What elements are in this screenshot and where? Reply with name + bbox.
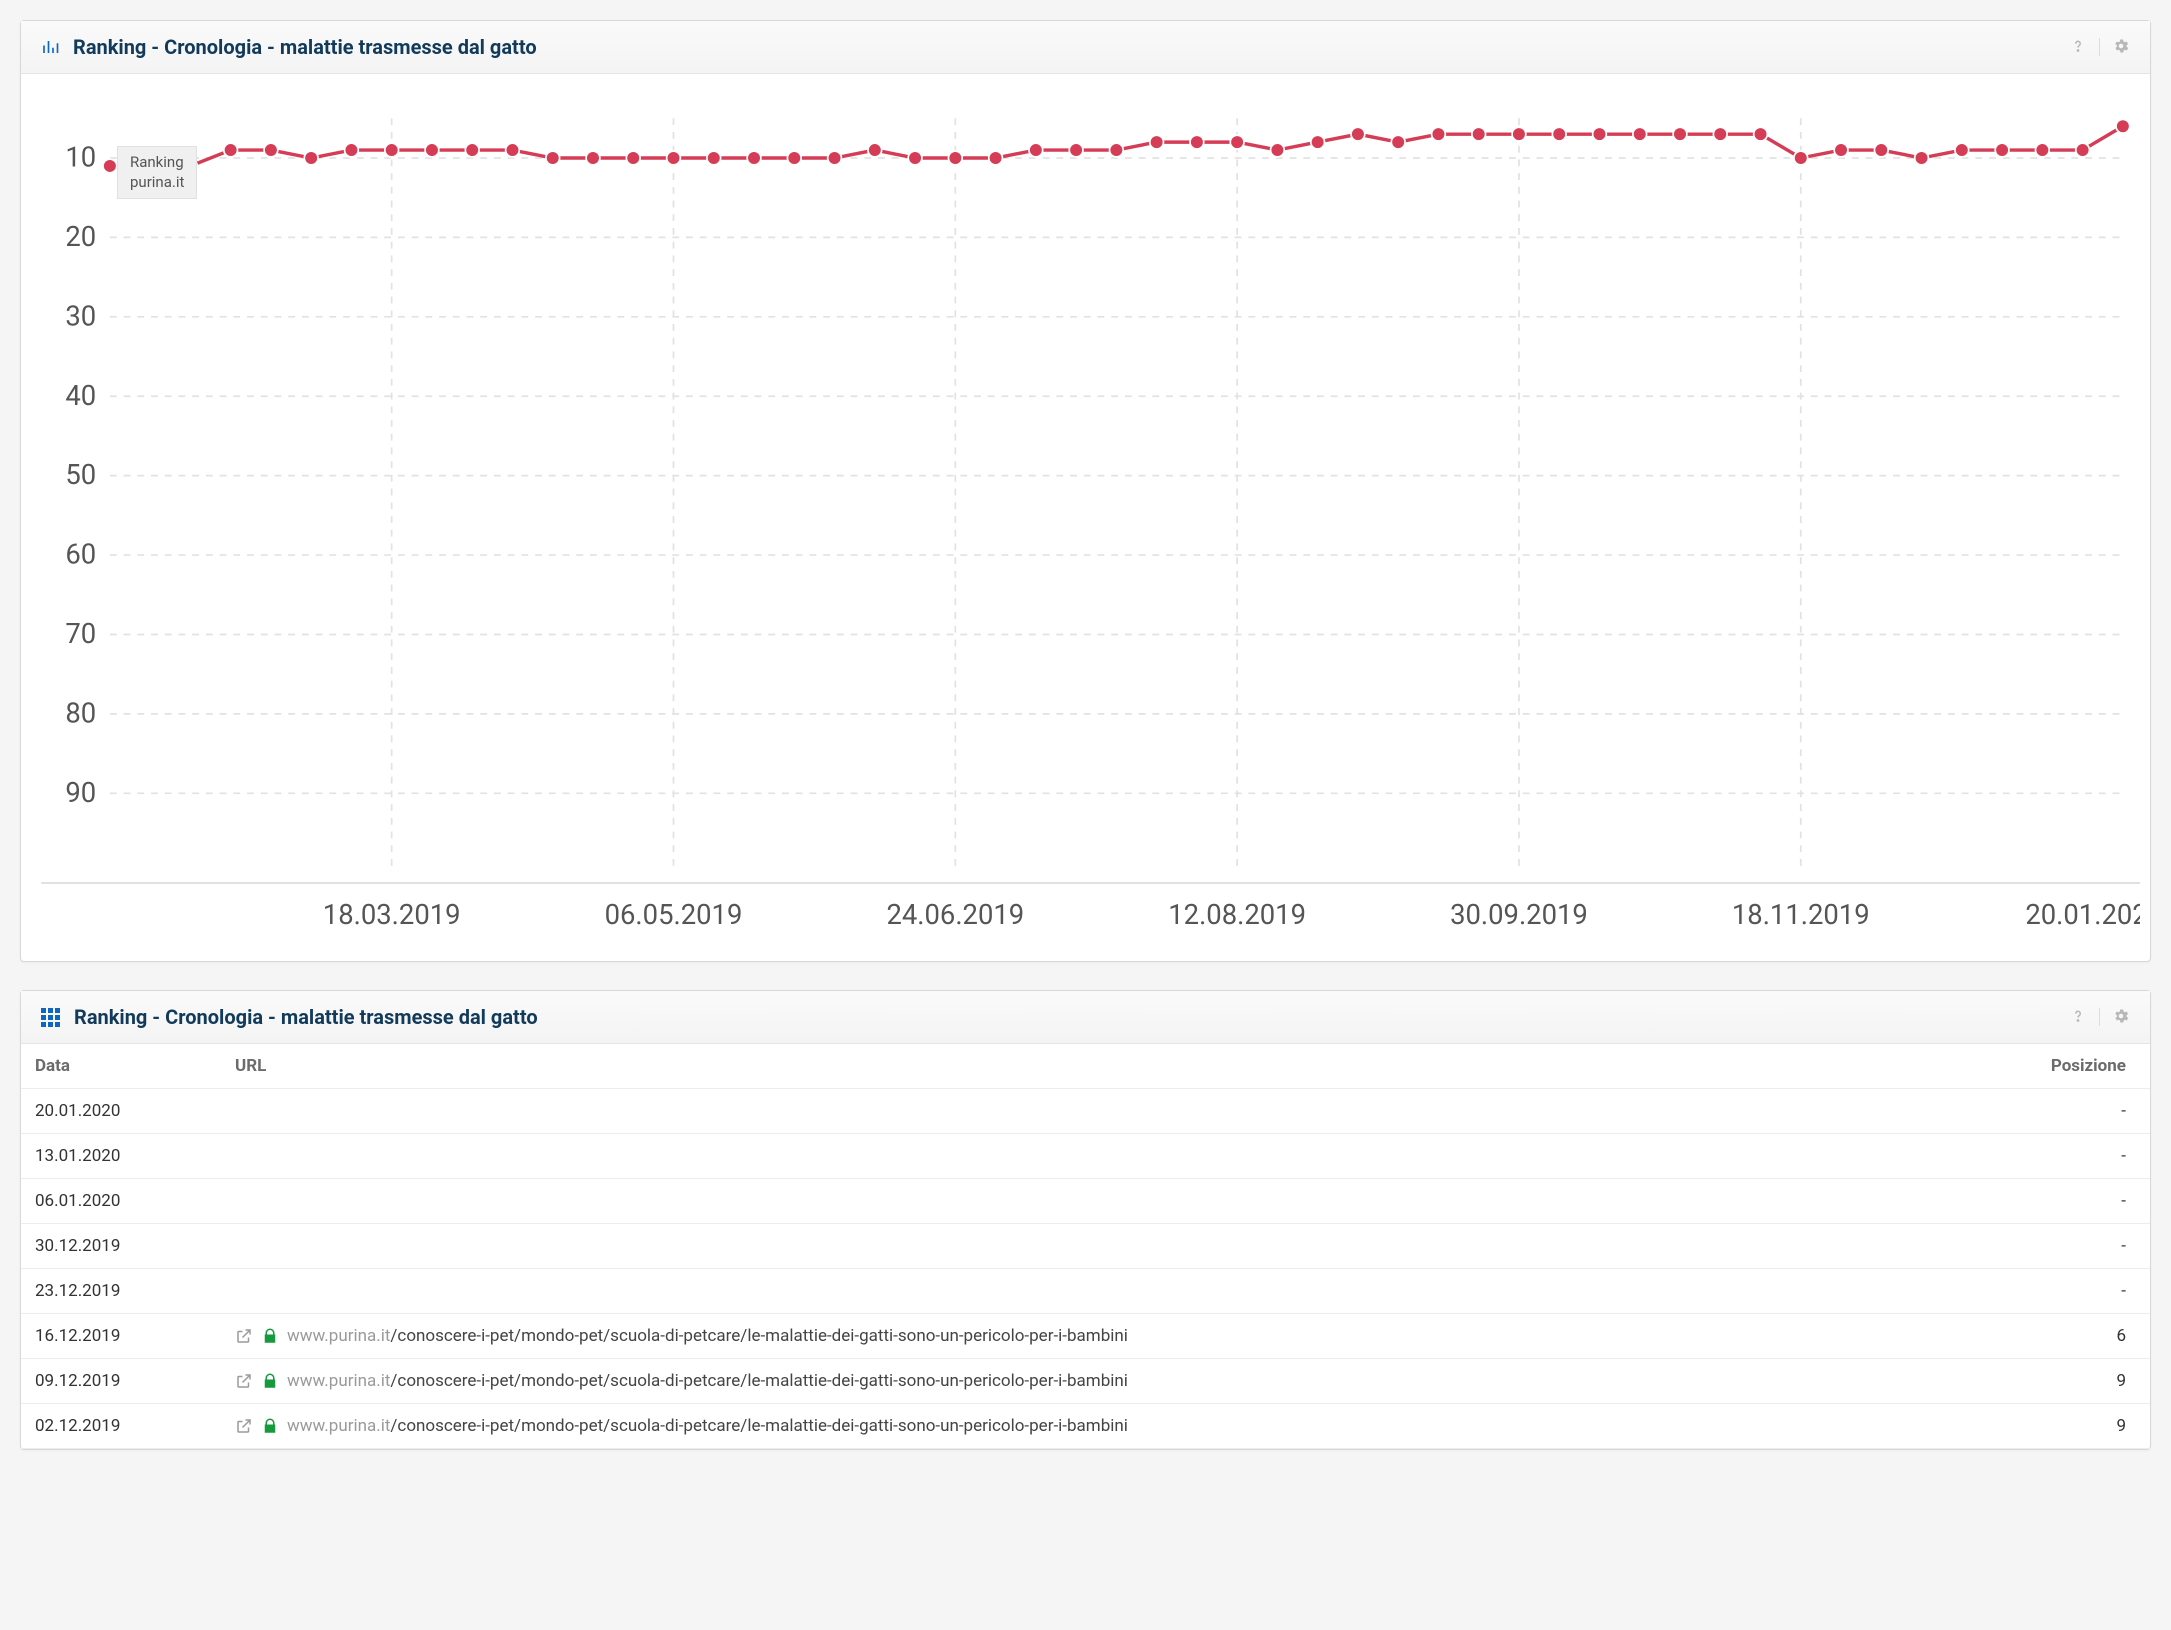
svg-text:20.01.2020: 20.01.2020 [2025,899,2140,931]
cell-date: 16.12.2019 [21,1314,221,1359]
external-link-icon[interactable] [235,1372,253,1390]
chart-title: Ranking - Cronologia - malattie trasmess… [73,35,2069,59]
cell-url [221,1224,1939,1269]
table-header-row: Data URL Posizione [21,1044,2150,1089]
cell-position: - [1939,1269,2150,1314]
svg-text:70: 70 [65,618,96,650]
chart-body: 10 20 30 40 50 60 70 80 90 18.03.2019 06.05.2019 24… [21,74,2150,961]
cell-url: www.purina.it/conoscere-i-pet/mondo-pet/… [221,1359,1939,1404]
external-link-icon[interactable] [235,1327,253,1345]
table-row[interactable]: 02.12.2019 www.purina.it/conoscere-i-pet/… [21,1404,2150,1449]
url-link[interactable]: www.purina.it/conoscere-i-pet/mondo-pet/… [287,1371,1128,1391]
cell-date: 06.01.2020 [21,1179,221,1224]
cell-date: 30.12.2019 [21,1224,221,1269]
table-panel-header: Ranking - Cronologia - malattie trasmess… [21,991,2150,1044]
gear-icon[interactable] [2112,1007,2130,1028]
divider [2099,38,2100,56]
svg-text:90: 90 [65,777,96,809]
cell-url [221,1269,1939,1314]
table-row[interactable]: 23.12.2019 - [21,1269,2150,1314]
cell-url [221,1134,1939,1179]
url-link[interactable]: www.purina.it/conoscere-i-pet/mondo-pet/… [287,1326,1128,1346]
svg-text:60: 60 [65,539,96,571]
cell-position: - [1939,1089,2150,1134]
svg-text:80: 80 [65,697,96,729]
table-row[interactable]: 20.01.2020 - [21,1089,2150,1134]
table-row[interactable]: 30.12.2019 - [21,1224,2150,1269]
svg-text:06.05.2019: 06.05.2019 [605,899,743,931]
svg-text:30: 30 [65,300,96,332]
cell-date: 02.12.2019 [21,1404,221,1449]
cell-position: 6 [1939,1314,2150,1359]
cell-position: - [1939,1134,2150,1179]
lock-icon [261,1372,279,1390]
cell-date: 20.01.2020 [21,1089,221,1134]
help-icon[interactable] [2069,1007,2087,1028]
table-panel: Ranking - Cronologia - malattie trasmess… [20,990,2151,1450]
ranking-table: Data URL Posizione 20.01.2020-13.01.2020… [21,1044,2150,1449]
svg-text:40: 40 [65,380,96,412]
gear-icon[interactable] [2112,37,2130,58]
table-title: Ranking - Cronologia - malattie trasmess… [74,1005,2069,1029]
ranking-line-chart[interactable]: 10 20 30 40 50 60 70 80 90 18.03.2019 06.05.2019 24… [31,84,2140,941]
grid-icon [41,1008,60,1027]
legend-line-1: Ranking [130,153,184,173]
url-link[interactable]: www.purina.it/conoscere-i-pet/mondo-pet/… [287,1416,1128,1436]
divider [2099,1008,2100,1026]
col-pos[interactable]: Posizione [1939,1044,2150,1089]
svg-text:12.08.2019: 12.08.2019 [1168,899,1306,931]
chart-panel-actions [2069,37,2130,58]
table-row[interactable]: 06.01.2020 - [21,1179,2150,1224]
col-url[interactable]: URL [221,1044,1939,1089]
cell-date: 23.12.2019 [21,1269,221,1314]
bar-chart-icon [41,38,59,56]
svg-text:18.03.2019: 18.03.2019 [323,899,461,931]
chart-panel: Ranking - Cronologia - malattie trasmess… [20,20,2151,962]
cell-url [221,1089,1939,1134]
lock-icon [261,1327,279,1345]
chart-panel-header: Ranking - Cronologia - malattie trasmess… [21,21,2150,74]
cell-date: 09.12.2019 [21,1359,221,1404]
table-panel-actions [2069,1007,2130,1028]
external-link-icon[interactable] [235,1417,253,1435]
col-date[interactable]: Data [21,1044,221,1089]
help-icon[interactable] [2069,37,2087,58]
svg-text:50: 50 [65,459,96,491]
cell-url: www.purina.it/conoscere-i-pet/mondo-pet/… [221,1314,1939,1359]
svg-text:18.11.2019: 18.11.2019 [1732,899,1870,931]
svg-text:10: 10 [65,142,96,174]
cell-date: 13.01.2020 [21,1134,221,1179]
cell-url [221,1179,1939,1224]
chart-legend: Ranking purina.it [117,146,197,199]
table-row[interactable]: 16.12.2019 www.purina.it/conoscere-i-pet/… [21,1314,2150,1359]
cell-position: 9 [1939,1404,2150,1449]
legend-line-2: purina.it [130,173,184,193]
svg-text:30.09.2019: 30.09.2019 [1450,899,1588,931]
cell-position: 9 [1939,1359,2150,1404]
svg-text:24.06.2019: 24.06.2019 [886,899,1024,931]
cell-position: - [1939,1224,2150,1269]
cell-position: - [1939,1179,2150,1224]
svg-text:20: 20 [65,221,96,253]
table-row[interactable]: 13.01.2020 - [21,1134,2150,1179]
table-row[interactable]: 09.12.2019 www.purina.it/conoscere-i-pet/… [21,1359,2150,1404]
cell-url: www.purina.it/conoscere-i-pet/mondo-pet/… [221,1404,1939,1449]
lock-icon [261,1417,279,1435]
